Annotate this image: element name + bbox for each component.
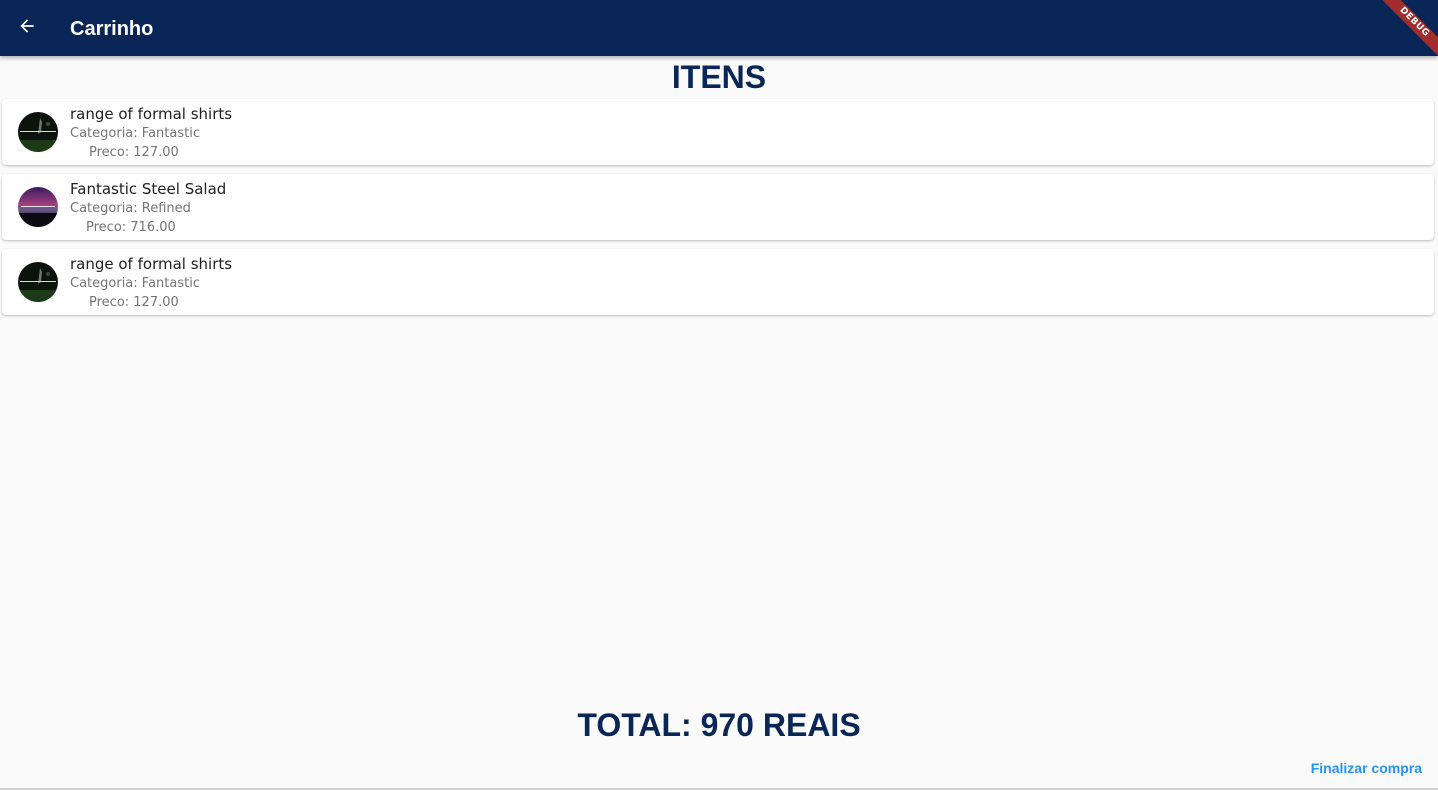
cart-item[interactable]: Fantastic Steel Salad Categoria: Refined… — [2, 174, 1434, 240]
items-heading: ITENS — [671, 59, 767, 95]
cart-item[interactable]: range of formal shirts Categoria: Fantas… — [2, 249, 1434, 315]
finish-purchase-button[interactable]: Finalizar compra — [1311, 759, 1422, 777]
item-category: Categoria: Refined — [70, 201, 191, 216]
item-price: Preco: 127.00 — [89, 295, 179, 310]
page-title: Carrinho — [70, 18, 154, 40]
cart-screen: Carrinho DEBUG ITENS range of formal shi… — [0, 0, 1438, 790]
product-thumbnail — [18, 262, 58, 302]
back-button[interactable] — [12, 12, 42, 44]
item-category: Categoria: Fantastic — [70, 276, 200, 291]
cart-total: TOTAL: 970 REAIS — [577, 707, 861, 743]
item-name: Fantastic Steel Salad — [70, 180, 227, 198]
item-name: range of formal shirts — [70, 255, 233, 273]
item-name: range of formal shirts — [70, 105, 233, 123]
item-category: Categoria: Fantastic — [70, 126, 200, 141]
cart-item[interactable]: range of formal shirts Categoria: Fantas… — [2, 99, 1434, 165]
product-thumbnail — [18, 112, 58, 152]
item-price: Preco: 127.00 — [89, 145, 179, 160]
app-bar: Carrinho — [0, 0, 1438, 56]
item-price: Preco: 716.00 — [86, 220, 176, 235]
cart-item-list: range of formal shirts Categoria: Fantas… — [2, 99, 1434, 324]
arrow-left-icon — [17, 16, 37, 40]
product-thumbnail — [18, 187, 58, 227]
